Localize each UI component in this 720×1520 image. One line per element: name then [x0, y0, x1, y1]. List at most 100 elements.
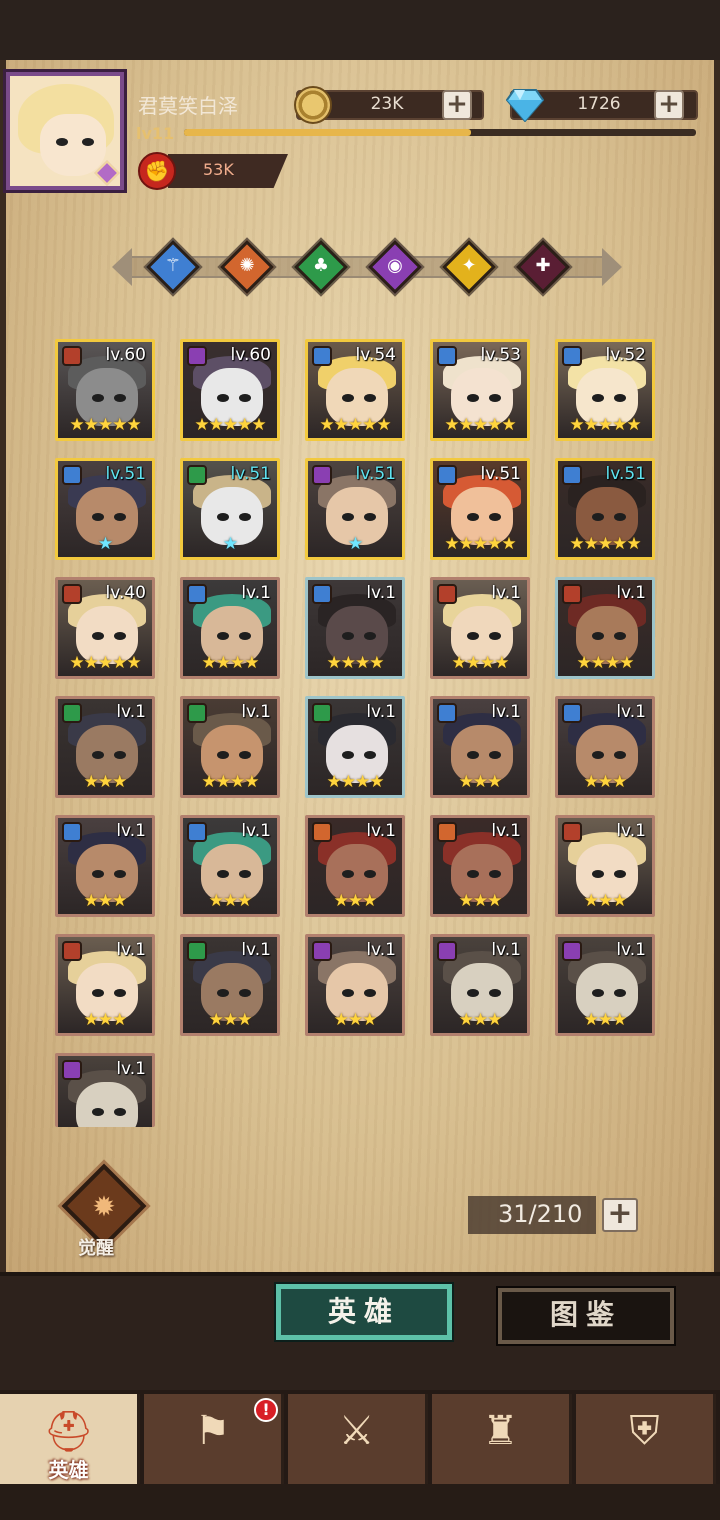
hero-class-icon — [62, 703, 82, 723]
hero-level: lv.54 — [355, 345, 397, 365]
hero-card[interactable]: lv.60 ★★★★★ — [55, 339, 155, 441]
faction-gold-button[interactable]: ✦ — [442, 240, 496, 294]
faction-orange-button[interactable]: ✺ — [220, 240, 274, 294]
filter-right-arrow-icon[interactable] — [602, 248, 622, 286]
avatar-eye — [56, 138, 68, 146]
hero-card[interactable]: lv.1 ★★★ — [555, 696, 655, 798]
hero-card[interactable]: lv.1 ★★★★ — [555, 577, 655, 679]
expand-slots-button[interactable]: + — [602, 1198, 638, 1232]
hero-class-icon — [437, 465, 457, 485]
hero-stars: ★★★ — [458, 772, 503, 792]
faction-purple-button[interactable]: ◉ — [368, 240, 422, 294]
hero-level: lv.51 — [230, 464, 272, 484]
hero-eye — [614, 870, 626, 878]
hero-card[interactable]: lv.51 ★★★★★ — [430, 458, 530, 560]
hero-level: lv.1 — [491, 821, 521, 841]
add-gems-button[interactable]: + — [654, 90, 684, 120]
hero-eye — [592, 394, 604, 402]
coin-icon — [294, 86, 332, 124]
power-value: 53K — [203, 160, 234, 179]
hero-card[interactable]: lv.1 ★★★ — [55, 934, 155, 1036]
player-avatar[interactable] — [6, 72, 124, 190]
nav-castle[interactable]: ♜ — [432, 1394, 572, 1484]
hero-eye — [217, 632, 229, 640]
hero-eye — [489, 989, 501, 997]
hero-eye — [217, 989, 229, 997]
hero-card[interactable]: lv.1 ★★★ — [180, 934, 280, 1036]
hero-eye — [364, 632, 376, 640]
hero-eye — [114, 394, 126, 402]
xp-fill — [184, 129, 471, 136]
hero-card[interactable]: lv.1 ★★★ — [55, 696, 155, 798]
hero-eye — [239, 870, 251, 878]
nav-bottom-strip — [0, 1484, 720, 1520]
hero-card[interactable]: lv.1 ★★★ — [430, 815, 530, 917]
hero-eye — [342, 870, 354, 878]
hero-card[interactable]: lv.1 ★★★ — [55, 815, 155, 917]
hero-eye — [114, 870, 126, 878]
hero-card[interactable]: lv.1 ★★★ — [430, 934, 530, 1036]
hero-eye — [217, 870, 229, 878]
hero-card[interactable]: lv.51 ★★★★★ — [555, 458, 655, 560]
avatar-face — [40, 114, 106, 176]
hero-card[interactable]: lv.60 ★★★★★ — [180, 339, 280, 441]
hero-count: 31/210 — [498, 1200, 583, 1228]
hero-eye — [92, 751, 104, 759]
hero-card[interactable]: lv.51 ★ — [55, 458, 155, 560]
hero-eye — [92, 513, 104, 521]
hero-card[interactable]: lv.1 ★★★★ — [305, 577, 405, 679]
hero-eye — [342, 513, 354, 521]
hero-card[interactable]: lv.1 ★★★ — [180, 815, 280, 917]
hero-class-icon — [187, 941, 207, 961]
tab-heroes[interactable]: 英雄 — [276, 1284, 452, 1340]
faction-green-button[interactable]: ♣ — [294, 240, 348, 294]
faction-dark-icon: ✚ — [535, 255, 551, 276]
hero-level: lv.1 — [116, 940, 146, 960]
hero-card[interactable]: lv.1 ★★★ — [555, 815, 655, 917]
hero-eye — [114, 513, 126, 521]
hero-level: lv.1 — [616, 940, 646, 960]
hero-card[interactable]: lv.1 ★★★ — [305, 934, 405, 1036]
hero-level: lv.1 — [491, 583, 521, 603]
hero-eye — [467, 632, 479, 640]
hero-eye — [114, 751, 126, 759]
hero-stars: ★★★ — [83, 891, 128, 911]
hero-card[interactable]: lv.40 ★★★★★ — [55, 577, 155, 679]
awaken-label: 觉醒 — [78, 1238, 114, 1259]
filter-left-arrow-icon[interactable] — [112, 248, 132, 286]
faction-blue-button[interactable]: ⚚ — [146, 240, 200, 294]
hero-level: lv.1 — [491, 702, 521, 722]
nav-guild[interactable]: ⛨ — [576, 1394, 716, 1484]
nav-battle[interactable]: ⚔ — [288, 1394, 428, 1484]
hero-class-icon — [62, 346, 82, 366]
hero-stars: ★★★★ — [326, 653, 385, 673]
hero-level: lv.1 — [241, 702, 271, 722]
hero-card[interactable]: lv.53 ★★★★★ — [430, 339, 530, 441]
hero-card[interactable]: lv.1 ★★★★ — [430, 577, 530, 679]
hero-class-icon — [562, 941, 582, 961]
hero-card[interactable]: lv.1 ★★★ — [430, 696, 530, 798]
hero-class-icon — [562, 584, 582, 604]
tab-codex[interactable]: 图鉴 — [498, 1288, 674, 1344]
faction-green-icon: ♣ — [312, 255, 330, 276]
faction-dark-button[interactable]: ✚ — [516, 240, 570, 294]
hero-card[interactable]: lv.51 ★ — [305, 458, 405, 560]
hero-card[interactable]: lv.1 ★★★★ — [305, 696, 405, 798]
hero-card[interactable]: lv.54 ★★★★★ — [305, 339, 405, 441]
hero-card[interactable]: lv.51 ★ — [180, 458, 280, 560]
hero-class-icon — [312, 703, 332, 723]
hero-stars: ★★★ — [583, 772, 628, 792]
hero-card[interactable]: lv.52 ★★★★★ — [555, 339, 655, 441]
hero-card[interactable]: lv.1 ★★★★ — [180, 577, 280, 679]
hero-eye — [614, 632, 626, 640]
nav-heroes[interactable]: ⛑ 英雄 — [0, 1394, 140, 1484]
hero-level: lv.1 — [366, 583, 396, 603]
hero-card[interactable]: lv.1 ★★★ — [555, 934, 655, 1036]
hero-stars: ★★★★★ — [194, 415, 266, 435]
hero-level: lv.1 — [241, 583, 271, 603]
hero-card[interactable]: lv.1 ★★★ — [305, 815, 405, 917]
add-coins-button[interactable]: + — [442, 90, 472, 120]
hero-class-icon — [187, 703, 207, 723]
hero-card[interactable]: lv.1 — [55, 1053, 155, 1127]
hero-card[interactable]: lv.1 ★★★★ — [180, 696, 280, 798]
